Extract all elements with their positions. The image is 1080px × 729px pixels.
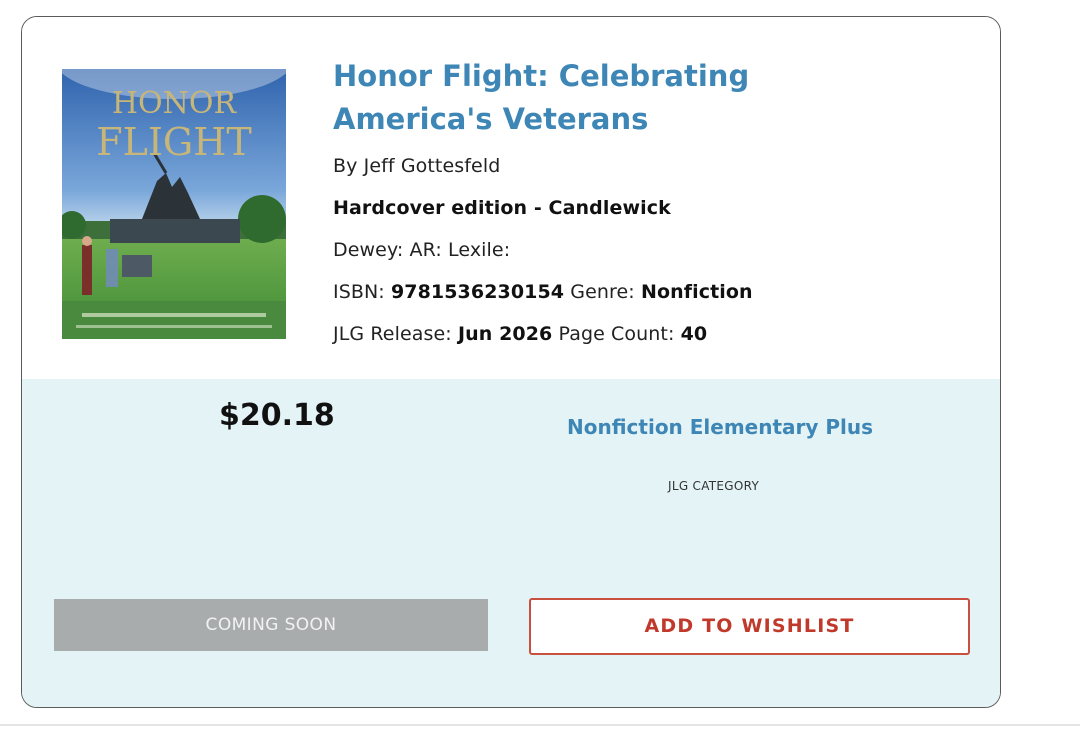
isbn-value: 9781536230154 [390,281,565,303]
book-title-link[interactable]: Honor Flight: Celebrating America's Vete… [333,55,853,141]
page: HONOR FLIGHT Honor Flight: Celebrating A… [0,0,1080,729]
release-label: JLG Release: [333,323,458,345]
book-dewey-ar-lexile: Dewey: AR: Lexile: [333,239,511,261]
book-cover-art: HONOR FLIGHT [62,69,286,339]
release-value: Jun 2026 [457,323,553,345]
cover-title-line-1: HONOR [112,86,238,121]
bottom-divider [0,724,1080,726]
product-card: HONOR FLIGHT Honor Flight: Celebrating A… [21,16,1001,708]
jlg-category-label: JLG CATEGORY [668,479,760,493]
coming-soon-button: COMING SOON [54,599,488,651]
isbn-label: ISBN: [333,281,391,303]
book-release-pagecount: JLG Release: Jun 2026 Page Count: 40 [333,323,707,345]
page-count-label: Page Count: [552,323,681,345]
jlg-category-link[interactable]: Nonfiction Elementary Plus [567,415,873,439]
book-cover-image[interactable]: HONOR FLIGHT [62,69,286,339]
page-count-value: 40 [680,323,708,345]
add-to-wishlist-button[interactable]: ADD TO WISHLIST [529,598,970,655]
cover-title-line-2: FLIGHT [96,120,251,164]
book-isbn-genre: ISBN: 9781536230154 Genre: Nonfiction [333,281,753,303]
book-author: By Jeff Gottesfeld [333,155,501,177]
price: $20.18 [219,398,335,433]
genre-value: Nonfiction [640,281,753,303]
genre-label: Genre: [564,281,641,303]
book-edition: Hardcover edition - Candlewick [333,197,671,219]
